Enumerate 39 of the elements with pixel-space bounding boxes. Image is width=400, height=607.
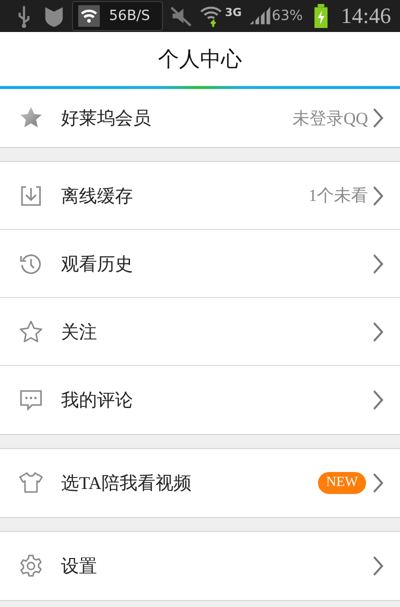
network-type: 3G (225, 6, 242, 18)
item-label: 观看历史 (61, 252, 133, 276)
mute-icon (169, 4, 194, 28)
menu-item[interactable]: 好莱坞会员 未登录QQ (0, 89, 400, 147)
menu-item[interactable]: 关注 (0, 298, 400, 366)
star-icon (19, 106, 43, 130)
item-label: 离线缓存 (61, 184, 133, 208)
speed-indicator: 56B/S (72, 1, 164, 31)
chevron-icon (372, 390, 384, 410)
page-title: 个人中心 (158, 46, 242, 73)
item-label: 好莱坞会员 (61, 107, 151, 130)
item-value: 未登录QQ (292, 108, 368, 130)
chevron-icon (372, 254, 384, 274)
wifi-icon (77, 4, 101, 28)
shirt-icon (19, 471, 43, 495)
chevron-icon (372, 186, 384, 206)
item-label: 我的评论 (61, 389, 133, 412)
menu-item[interactable]: 选TA陪我看视频 NEW (0, 449, 400, 517)
menu-item[interactable]: 离线缓存 1个未看 (0, 162, 400, 230)
history-icon (19, 252, 43, 276)
chevron-icon (372, 556, 384, 576)
new-badge: NEW (318, 472, 366, 494)
menu-item[interactable]: 我的评论 (0, 366, 400, 434)
menu-item[interactable]: 观看历史 (0, 230, 400, 298)
menu-item[interactable]: 设置 (0, 532, 400, 600)
item-label: 选TA陪我看视频 (61, 472, 192, 495)
chevron-icon (372, 108, 384, 128)
chevron-icon (372, 473, 384, 493)
download-icon (19, 184, 43, 208)
wifi-icon (199, 4, 224, 28)
battery-level: 63% (272, 8, 303, 24)
settings-icon (19, 554, 43, 578)
clock: 14:46 (340, 3, 391, 29)
item-label: 关注 (61, 320, 97, 344)
item-value: 1个未看 (308, 185, 368, 207)
item-label: 设置 (61, 555, 97, 578)
comment-icon (19, 388, 43, 412)
chevron-icon (372, 322, 384, 342)
star-icon (19, 320, 43, 344)
